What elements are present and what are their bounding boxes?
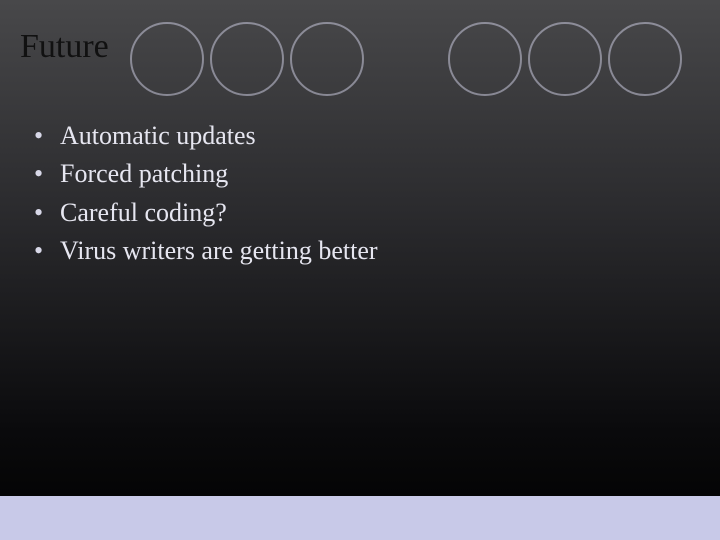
- circle-icon: [130, 22, 204, 96]
- bullet-icon: •: [34, 233, 60, 269]
- slide-title: Future: [20, 28, 109, 66]
- slide-body: • Automatic updates • Forced patching • …: [34, 118, 690, 272]
- bullet-icon: •: [34, 156, 60, 192]
- circle-icon: [210, 22, 284, 96]
- list-item: • Forced patching: [34, 156, 690, 192]
- list-item: • Automatic updates: [34, 118, 690, 154]
- circle-icon: [448, 22, 522, 96]
- list-item-text: Careful coding?: [60, 195, 690, 231]
- bullet-icon: •: [34, 195, 60, 231]
- list-item: • Careful coding?: [34, 195, 690, 231]
- circle-icon: [290, 22, 364, 96]
- bullet-icon: •: [34, 118, 60, 154]
- list-item-text: Virus writers are getting better: [60, 233, 690, 269]
- list-item-text: Forced patching: [60, 156, 690, 192]
- circle-icon: [608, 22, 682, 96]
- footer-bar: [0, 496, 720, 540]
- list-item: • Virus writers are getting better: [34, 233, 690, 269]
- circle-icon: [528, 22, 602, 96]
- list-item-text: Automatic updates: [60, 118, 690, 154]
- slide: Future • Automatic updates • Forced patc…: [0, 0, 720, 540]
